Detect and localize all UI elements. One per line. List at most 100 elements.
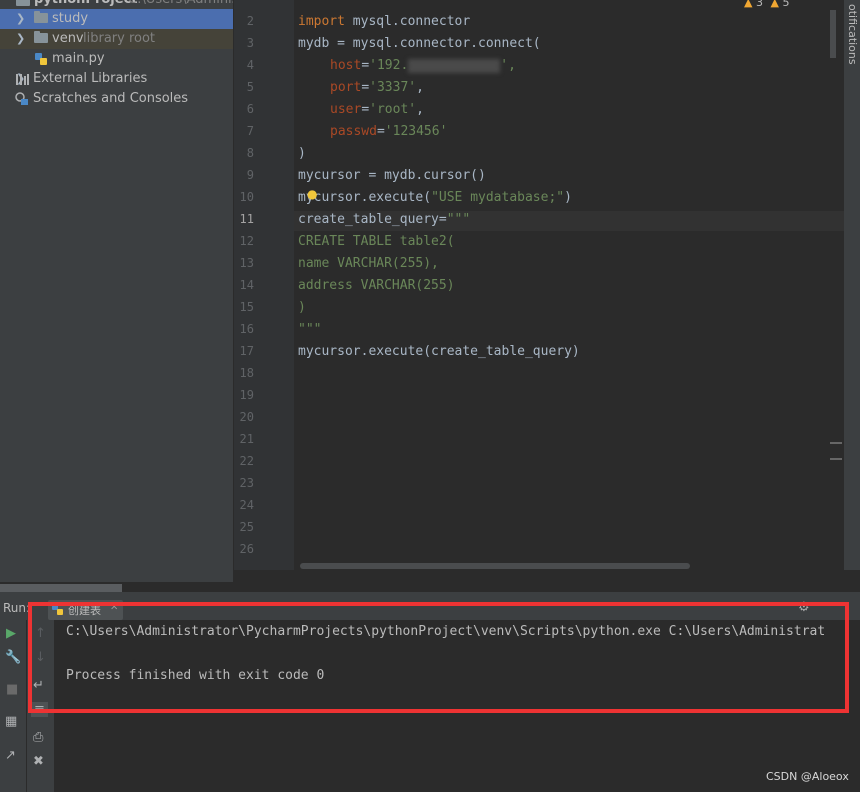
run-tool-window: Run: 创建表 ✕ ⚙ ▶ 🔧 ■ ▦ ↗ ↑ ↓ ↵ ≡ ⎙ ✖ C:\Us…	[0, 598, 860, 792]
tree-item-study[interactable]: ❯ study	[0, 9, 233, 29]
error-stripe-mark[interactable]	[830, 442, 842, 444]
line-number: 21	[239, 432, 254, 446]
line-number: 22	[239, 454, 254, 468]
gear-icon[interactable]: ⚙	[798, 600, 810, 615]
code-editor[interactable]: import mysql.connector mydb = mysql.conn…	[294, 0, 844, 570]
pin-icon[interactable]: ↗	[5, 748, 16, 763]
arrow-up-icon[interactable]: ↑	[35, 626, 46, 641]
rerun-icon[interactable]: ▶	[6, 626, 16, 641]
code-line-17[interactable]: mycursor.execute(create_table_query)	[298, 341, 580, 363]
tree-item-label: venv	[52, 31, 84, 46]
trash-icon[interactable]: ✖	[33, 754, 44, 769]
line-number: 12	[239, 234, 254, 248]
code-line-4[interactable]: host='192. ',	[298, 55, 516, 77]
param-token: user	[330, 102, 362, 117]
tree-item-label: External Libraries	[33, 71, 148, 86]
line-number: 11	[239, 212, 254, 226]
layout-icon[interactable]: ▦	[5, 714, 17, 729]
code-line-12[interactable]: CREATE TABLE table2(	[298, 231, 455, 253]
project-tool-window: pythonProject C:\Users\Administ ❯ study …	[0, 0, 233, 582]
code-line-15[interactable]: )	[298, 297, 306, 319]
string-token: '192.	[369, 58, 409, 73]
code-token: =	[361, 58, 370, 73]
code-line-10[interactable]: mycursor.execute("USE mydatabase;")	[298, 187, 572, 209]
scroll-to-end-icon[interactable]: ≡	[31, 702, 48, 717]
line-number: 13	[239, 256, 254, 270]
string-token: '123456'	[384, 124, 448, 139]
code-line-11[interactable]: create_table_query="""	[298, 209, 470, 231]
line-number-gutter: 2 3 4 5 6 7 8 9 10 11 12 13 14 15 16 17 18 19 20 21 22 23 24 25…	[233, 0, 294, 570]
tree-item-external-libraries[interactable]: ❯ External Libraries	[0, 69, 233, 89]
tree-item-main-py[interactable]: main.py	[0, 49, 233, 69]
error-stripe-mark[interactable]	[830, 458, 842, 460]
line-number: 20	[239, 410, 254, 424]
editor-hscroll-thumb[interactable]	[300, 563, 690, 569]
string-token: ',	[500, 58, 516, 73]
soft-wrap-icon[interactable]: ↵	[33, 678, 44, 693]
watermark: CSDN @Aloeox	[766, 770, 849, 783]
project-hscroll-thumb[interactable]	[0, 584, 122, 592]
chevron-right-icon[interactable]: ❯	[16, 9, 25, 29]
line-number: 19	[239, 388, 254, 402]
editor-vscroll-thumb[interactable]	[830, 10, 836, 58]
code-line-14[interactable]: address VARCHAR(255)	[298, 275, 455, 297]
param-token: passwd	[330, 124, 377, 139]
arrow-down-icon[interactable]: ↓	[35, 650, 46, 665]
python-file-icon	[35, 53, 47, 65]
code-line-13[interactable]: name VARCHAR(255),	[298, 253, 439, 275]
stop-icon[interactable]: ■	[6, 682, 18, 697]
code-line-5[interactable]: port='3337',	[298, 77, 424, 99]
library-root-hint: library root	[83, 31, 156, 46]
print-icon[interactable]: ⎙	[33, 730, 43, 745]
line-number: 23	[239, 476, 254, 490]
code-line-6[interactable]: user='root',	[298, 99, 424, 121]
code-line-2[interactable]: import mysql.connector	[298, 11, 470, 33]
tree-item-scratches[interactable]: Scratches and Consoles	[0, 89, 233, 109]
line-number: 16	[239, 322, 254, 336]
chevron-right-icon[interactable]: ❯	[16, 29, 25, 49]
run-config-tab[interactable]: 创建表 ✕	[48, 600, 123, 620]
right-tool-strip	[830, 0, 860, 570]
line-number: 18	[239, 366, 254, 380]
code-token: mycursor.execute(	[298, 190, 432, 205]
string-token: """	[446, 212, 471, 227]
code-line-8[interactable]: )	[298, 143, 306, 165]
wrench-icon[interactable]: 🔧	[5, 650, 21, 665]
param-token: port	[330, 80, 362, 95]
code-line-7[interactable]: passwd='123456'	[298, 121, 447, 143]
inspection-widget[interactable]: ▲ 3 ▲ 5	[744, 0, 789, 9]
code-token: =	[361, 80, 370, 95]
weak-warning-icon: ▲	[770, 0, 779, 9]
code-line-16[interactable]: """	[298, 319, 321, 341]
python-run-icon	[52, 604, 63, 615]
keyword-token: import	[298, 14, 345, 29]
folder-icon	[34, 11, 48, 23]
run-left-toolbar: ▶ 🔧 ■ ▦ ↗	[0, 620, 26, 792]
folder-icon	[34, 31, 48, 43]
code-token: mycursor.execute(create_table_query)	[298, 344, 580, 359]
line-number: 17	[239, 344, 254, 358]
line-number: 5	[246, 80, 254, 94]
console-output[interactable]: C:\Users\Administrator\PycharmProjects\p…	[55, 620, 860, 792]
tree-item-venv[interactable]: ❯ venv library root	[0, 29, 233, 49]
folder-icon	[16, 0, 30, 6]
run-console-toolbar: ↑ ↓ ↵ ≡ ⎙ ✖	[27, 620, 54, 792]
tree-item-label: Scratches and Consoles	[33, 91, 189, 106]
close-icon[interactable]: ✕	[110, 602, 118, 613]
line-number: 2	[246, 14, 254, 28]
notifications-tool-label[interactable]: otifications	[846, 4, 859, 65]
libraries-icon	[16, 74, 29, 85]
code-token: ,	[416, 102, 424, 117]
string-token: )	[298, 300, 306, 315]
code-token: mycursor = mydb.cursor()	[298, 168, 486, 183]
line-number: 15	[239, 300, 254, 314]
string-token: address VARCHAR(255)	[298, 278, 455, 293]
line-number: 9	[246, 168, 254, 182]
code-line-9[interactable]: mycursor = mydb.cursor()	[298, 165, 486, 187]
intention-bulb-icon[interactable]: ●	[307, 187, 317, 201]
line-number: 10	[239, 190, 254, 204]
code-line-3[interactable]: mydb = mysql.connector.connect(	[298, 33, 541, 55]
line-number: 8	[246, 146, 254, 160]
console-line-command: C:\Users\Administrator\PycharmProjects\p…	[66, 624, 826, 639]
warning-icon: ▲	[744, 0, 753, 9]
